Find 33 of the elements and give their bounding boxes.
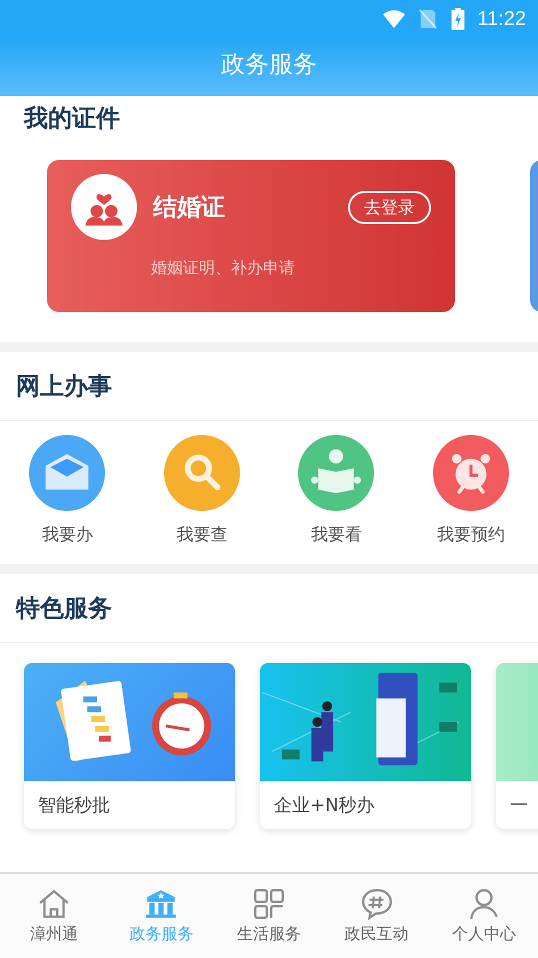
no-sim-icon (417, 9, 440, 29)
service-card-title: 企业+N秒办 (273, 794, 376, 818)
section-heading: 我的证件 (22, 103, 121, 134)
certificate-name: 结婚证 (153, 192, 226, 223)
service-link[interactable]: 我要办 (42, 523, 93, 546)
service-link[interactable]: 我要查 (176, 523, 228, 546)
reading-person-icon (298, 435, 374, 511)
nav-tab[interactable]: 政民互动 (322, 874, 430, 958)
wifi-icon (383, 9, 406, 29)
hashtag-chat-icon (360, 887, 394, 921)
service-link[interactable]: 我要预约 (436, 523, 505, 546)
grid-icon (252, 887, 286, 921)
nav-tab[interactable]: 漳州通 (0, 874, 108, 958)
home-icon (36, 887, 71, 921)
status-time: 11:22 (477, 8, 526, 30)
certificate-card[interactable]: 结婚证 去登录 婚姻证明、补办申请 (47, 160, 455, 312)
certificate-description: 婚姻证明、补办申请 (151, 258, 296, 279)
section-heading: 特色服务 (0, 574, 538, 643)
nav-tab[interactable]: 个人中心 (430, 874, 538, 958)
login-button[interactable]: 去登录 (348, 190, 431, 224)
section-heading: 网上办事 (0, 352, 538, 421)
nav-tab[interactable]: 生活服务 (215, 874, 323, 958)
battery-charging-icon (451, 8, 466, 30)
service-card[interactable]: 智能秒批 (24, 663, 235, 829)
search-icon (164, 435, 240, 511)
service-card-title: 智能秒批 (37, 794, 111, 818)
mail-icon (29, 435, 106, 511)
service-link[interactable]: 我要看 (310, 523, 362, 546)
page-title: 政务服务 (221, 49, 317, 80)
service-card-title: 一 (509, 794, 529, 818)
service-card[interactable]: 企业+N秒办 (260, 663, 471, 829)
alarm-clock-icon (432, 435, 509, 511)
service-card[interactable]: 一 (496, 663, 538, 829)
